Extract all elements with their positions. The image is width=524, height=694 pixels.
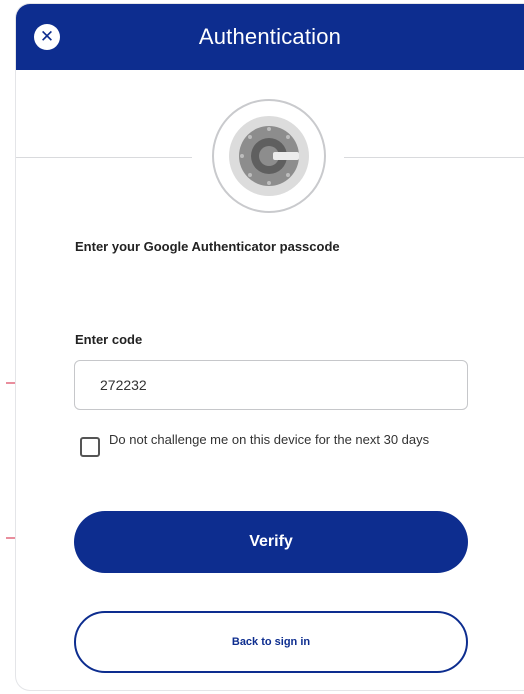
code-label: Enter code xyxy=(75,332,143,347)
google-authenticator-icon xyxy=(229,116,309,196)
authentication-dialog: ✕ Authentication Enter your Google Authe xyxy=(16,4,524,690)
divider-left xyxy=(16,157,192,158)
dialog-header: ✕ Authentication xyxy=(16,4,524,70)
page-frame: ✕ Authentication Enter your Google Authe xyxy=(0,0,524,694)
code-input[interactable] xyxy=(74,360,468,410)
authenticator-logo xyxy=(212,99,326,213)
verify-button[interactable]: Verify xyxy=(74,511,468,573)
back-to-sign-in-button[interactable]: Back to sign in xyxy=(74,611,468,673)
remember-device-label: Do not challenge me on this device for t… xyxy=(109,432,430,447)
remember-device-checkbox[interactable] xyxy=(80,437,100,457)
dialog-title: Authentication xyxy=(198,24,342,49)
divider-right xyxy=(344,157,524,158)
instruction-text: Enter your Google Authenticator passcode xyxy=(75,239,340,254)
